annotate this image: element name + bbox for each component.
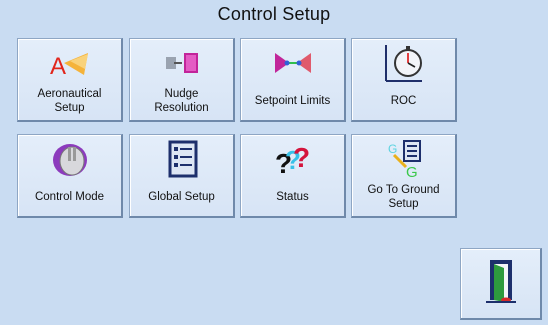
svg-text:?: ? — [293, 142, 310, 173]
aeronautical-setup-button[interactable]: A Aeronautical Setup — [17, 38, 123, 122]
exit-button[interactable] — [460, 248, 542, 320]
global-setup-label: Global Setup — [148, 191, 215, 203]
go-to-ground-setup-button[interactable]: G G Go To Ground Setup — [351, 134, 457, 218]
roc-button[interactable]: ROC — [351, 38, 457, 122]
svg-text:G: G — [406, 164, 418, 179]
nudge-icon — [130, 43, 233, 83]
roc-label: ROC — [390, 95, 417, 107]
aeronautical-setup-label: Aeronautical Setup — [37, 88, 102, 114]
screen-title: Control Setup — [217, 4, 331, 24]
go-to-ground-setup-label: Go To Ground Setup — [367, 184, 440, 210]
ground-setup-icon: G G — [352, 139, 455, 179]
control-mode-label: Control Mode — [34, 191, 105, 203]
roc-stopwatch-icon — [352, 43, 455, 83]
checklist-icon — [130, 139, 233, 179]
svg-text:G: G — [388, 142, 397, 156]
nudge-resolution-button[interactable]: Nudge Resolution — [129, 38, 235, 122]
svg-text:A: A — [50, 53, 66, 77]
setpoint-limits-icon — [241, 43, 344, 83]
global-setup-button[interactable]: Global Setup — [129, 134, 235, 218]
status-button[interactable]: ? ? ? Status — [240, 134, 346, 218]
question-marks-icon: ? ? ? — [241, 139, 344, 179]
status-label: Status — [276, 191, 309, 203]
control-mode-button[interactable]: Control Mode — [17, 134, 123, 218]
control-knob-icon — [18, 139, 121, 179]
aeronautical-icon: A — [18, 43, 121, 83]
nudge-resolution-label: Nudge Resolution — [154, 88, 209, 114]
setpoint-limits-button[interactable]: Setpoint Limits — [240, 38, 346, 122]
setpoint-limits-label: Setpoint Limits — [254, 95, 331, 107]
exit-door-icon — [484, 258, 518, 309]
